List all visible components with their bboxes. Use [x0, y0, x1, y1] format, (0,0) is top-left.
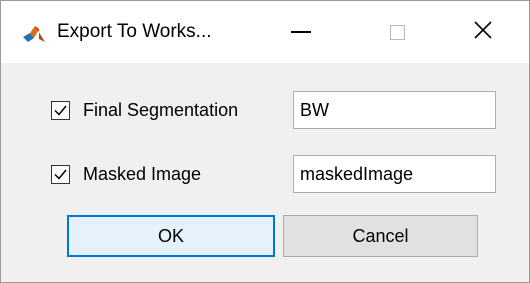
checkmark-icon [54, 105, 67, 116]
dialog-content: Final Segmentation Masked Image OK Cance… [1, 63, 529, 282]
export-row-masked-image: Masked Image [1, 155, 529, 195]
maximize-button[interactable] [351, 1, 443, 63]
ok-button[interactable]: OK [67, 215, 275, 257]
export-row-final-segmentation: Final Segmentation [1, 91, 529, 131]
window-title: Export To Works... [57, 21, 212, 42]
minimize-icon [291, 31, 311, 33]
title-bar[interactable]: Export To Works... [1, 1, 529, 63]
minimize-button[interactable] [255, 1, 347, 63]
checkmark-icon [54, 169, 67, 180]
masked-image-checkbox[interactable] [51, 165, 70, 184]
cancel-button[interactable]: Cancel [283, 215, 478, 257]
matlab-logo-icon [23, 25, 45, 43]
close-button[interactable] [437, 1, 529, 63]
final-segmentation-checkbox[interactable] [51, 101, 70, 120]
masked-image-label: Masked Image [83, 164, 202, 184]
final-segmentation-label: Final Segmentation [83, 100, 239, 120]
masked-image-variable-input[interactable] [293, 155, 496, 193]
maximize-icon [389, 24, 405, 40]
close-icon [473, 20, 493, 45]
final-segmentation-variable-input[interactable] [293, 91, 496, 129]
export-dialog: Export To Works... Final Segmentation BW… [0, 0, 530, 283]
